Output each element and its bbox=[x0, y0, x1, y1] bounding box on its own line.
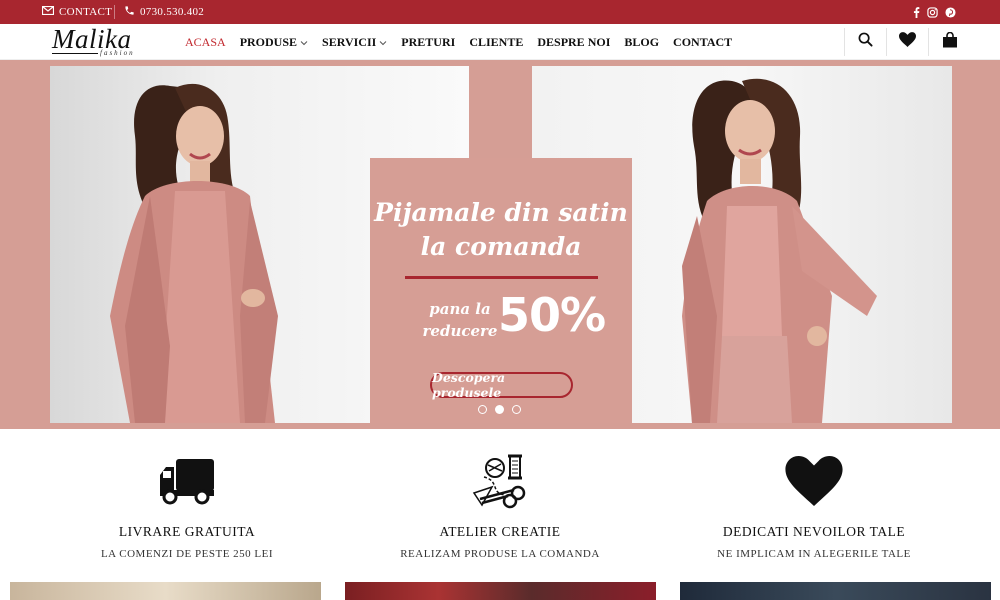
feature-subtitle: NE IMPLICAM IN ALEGERILE TALE bbox=[717, 548, 911, 560]
pinterest-icon[interactable] bbox=[945, 6, 956, 18]
logo-underline bbox=[52, 53, 98, 54]
hero-title-line2: la comanda bbox=[420, 232, 582, 261]
topbar-phone-link[interactable]: 0730.530.402 bbox=[124, 0, 204, 24]
search-icon bbox=[858, 32, 873, 52]
feature-title: ATELIER CREATIE bbox=[439, 524, 561, 539]
nav-item-label: CONTACT bbox=[673, 34, 733, 49]
topbar-divider bbox=[114, 5, 115, 19]
discover-products-button[interactable]: Descopera produsele bbox=[430, 370, 573, 400]
hero-divider bbox=[405, 276, 598, 279]
nav-item-despre-noi[interactable]: DESPRE NOI bbox=[537, 35, 610, 50]
nav-item-preturi[interactable]: PRETURI bbox=[401, 35, 455, 50]
nav-item-acasa[interactable]: ACASA bbox=[185, 35, 226, 50]
topbar-contact-label: CONTACT bbox=[59, 6, 113, 18]
nav-item-label: ACASA bbox=[185, 34, 226, 49]
heart-icon bbox=[899, 32, 916, 52]
category-thumbnail-2[interactable] bbox=[345, 582, 656, 600]
nav-item-label: PRETURI bbox=[401, 34, 456, 49]
feature-atelier: ATELIER CREATIE REALIZAM PRODUSE LA COMA… bbox=[350, 452, 650, 560]
hero-discount-text: pana la reducere bbox=[420, 298, 500, 342]
search-button[interactable] bbox=[844, 28, 886, 56]
chevron-down-icon bbox=[379, 35, 387, 50]
top-bar: CONTACT 0730.530.402 bbox=[0, 0, 1000, 24]
nav-item-label: SERVICII bbox=[322, 34, 377, 49]
wishlist-button[interactable] bbox=[886, 28, 928, 56]
topbar-contact-link[interactable]: CONTACT bbox=[41, 0, 113, 24]
envelope-icon bbox=[41, 5, 59, 18]
hero-sub-line2: reducere bbox=[422, 322, 498, 340]
feature-subtitle: LA COMENZI DE PESTE 250 LEI bbox=[100, 548, 274, 560]
main-header: Malika fashion ACASA PRODUSE SERVICII PR… bbox=[0, 24, 1000, 60]
category-thumbnail-1[interactable] bbox=[10, 582, 321, 600]
category-thumbnail-3[interactable] bbox=[680, 582, 991, 600]
nav-item-cliente[interactable]: CLIENTE bbox=[469, 35, 523, 50]
site-logo[interactable]: Malika fashion bbox=[52, 24, 142, 58]
facebook-icon[interactable] bbox=[913, 6, 920, 18]
feature-title: LIVRARE GRATUITA bbox=[118, 524, 256, 539]
slider-dot-2[interactable] bbox=[495, 405, 504, 414]
feature-subtitle: REALIZAM PRODUSE LA COMANDA bbox=[400, 548, 600, 560]
hero-discount-percent: 50% bbox=[498, 288, 606, 342]
slider-dot-3[interactable] bbox=[512, 405, 521, 414]
feature-free-delivery: LIVRARE GRATUITA LA COMENZI DE PESTE 250… bbox=[37, 452, 337, 560]
hero-title: Pijamale din satin la comanda bbox=[370, 196, 632, 264]
phone-icon bbox=[124, 5, 140, 19]
nav-item-label: PRODUSE bbox=[239, 34, 298, 49]
heart-icon bbox=[664, 452, 964, 510]
nav-item-label: CLIENTE bbox=[469, 34, 524, 49]
topbar-phone-number: 0730.530.402 bbox=[140, 6, 205, 18]
hero-sub-line1: pana la bbox=[429, 300, 491, 318]
bag-icon bbox=[942, 31, 958, 53]
nav-item-contact[interactable]: CONTACT bbox=[673, 35, 732, 50]
feature-dedicated: DEDICATI NEVOILOR TALE NE IMPLICAM IN AL… bbox=[664, 452, 964, 560]
header-actions bbox=[844, 28, 970, 56]
feature-title: DEDICATI NEVOILOR TALE bbox=[722, 524, 906, 539]
slider-dot-1[interactable] bbox=[478, 405, 487, 414]
slider-dots bbox=[478, 405, 521, 414]
nav-item-servicii[interactable]: SERVICII bbox=[322, 35, 387, 50]
nav-item-label: DESPRE NOI bbox=[537, 34, 611, 49]
nav-item-label: BLOG bbox=[624, 34, 660, 49]
sewing-tools-icon bbox=[350, 452, 650, 510]
cart-button[interactable] bbox=[928, 28, 970, 56]
hero-slider: Pijamale din satin la comanda pana la re… bbox=[0, 60, 1000, 429]
nav-item-blog[interactable]: BLOG bbox=[624, 35, 659, 50]
chevron-down-icon bbox=[300, 35, 308, 50]
logo-tagline: fashion bbox=[100, 49, 135, 57]
hero-title-line1: Pijamale din satin bbox=[374, 198, 628, 227]
hero-promo-box: Pijamale din satin la comanda pana la re… bbox=[370, 158, 632, 423]
social-links bbox=[913, 0, 956, 24]
instagram-icon[interactable] bbox=[927, 6, 938, 18]
main-nav: ACASA PRODUSE SERVICII PRETURI CLIENTE D… bbox=[185, 24, 732, 60]
nav-item-produse[interactable]: PRODUSE bbox=[240, 35, 308, 50]
truck-icon bbox=[37, 452, 337, 510]
